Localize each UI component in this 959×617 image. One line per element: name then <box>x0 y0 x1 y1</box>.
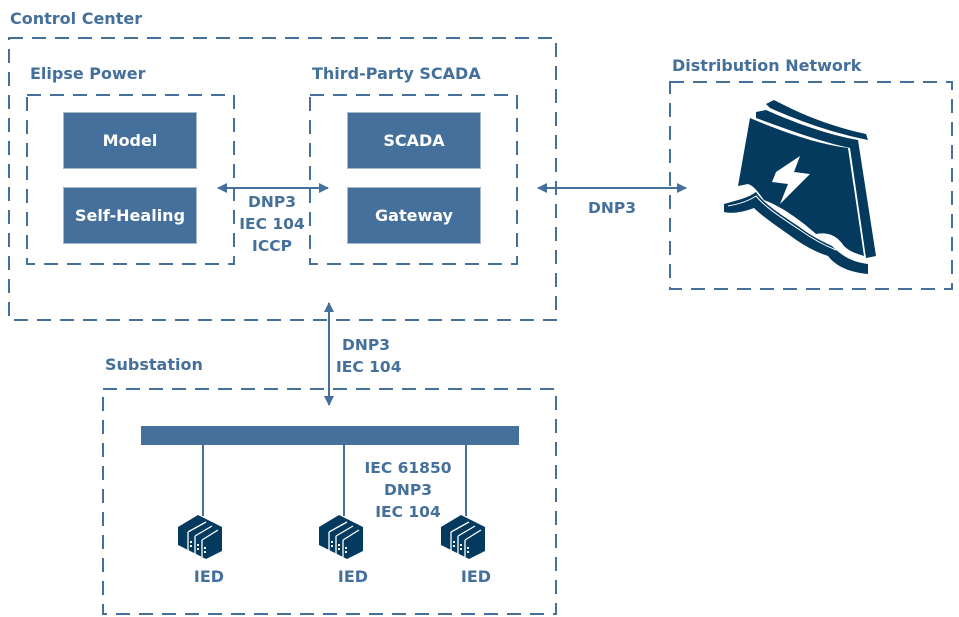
ied-device-icon <box>178 515 222 559</box>
protocol-label: DNP3 <box>384 481 432 499</box>
ied-device-icon <box>319 515 363 559</box>
self-healing-module[interactable]: Self-Healing <box>64 188 196 243</box>
scada-module[interactable]: SCADA <box>348 113 480 168</box>
control-center-container <box>8 37 557 321</box>
protocol-label: ICCP <box>252 237 292 255</box>
protocol-label: IEC 61850 <box>364 459 452 477</box>
gateway-module[interactable]: Gateway <box>348 188 480 243</box>
distribution-protocols: DNP3 <box>572 197 652 219</box>
ied-label-1: IED <box>193 567 225 586</box>
protocol-label: DNP3 <box>342 336 390 354</box>
protocol-label: DNP3 <box>248 193 296 211</box>
protocol-label: IEC 104 <box>336 358 402 376</box>
substation-bus-bar <box>141 426 519 445</box>
ied-device-icon <box>441 515 485 559</box>
ied-label-3: IED <box>460 567 492 586</box>
ied-label-2: IED <box>337 567 369 586</box>
substation-uplink-protocols: DNP3 IEC 104 <box>336 334 401 378</box>
model-module[interactable]: Model <box>64 113 196 168</box>
power-grid-lightning-icon <box>724 100 876 274</box>
protocol-label: DNP3 <box>588 199 636 217</box>
elipse-scada-protocols: DNP3 IEC 104 ICCP <box>232 191 312 257</box>
protocol-label: IEC 104 <box>239 215 305 233</box>
